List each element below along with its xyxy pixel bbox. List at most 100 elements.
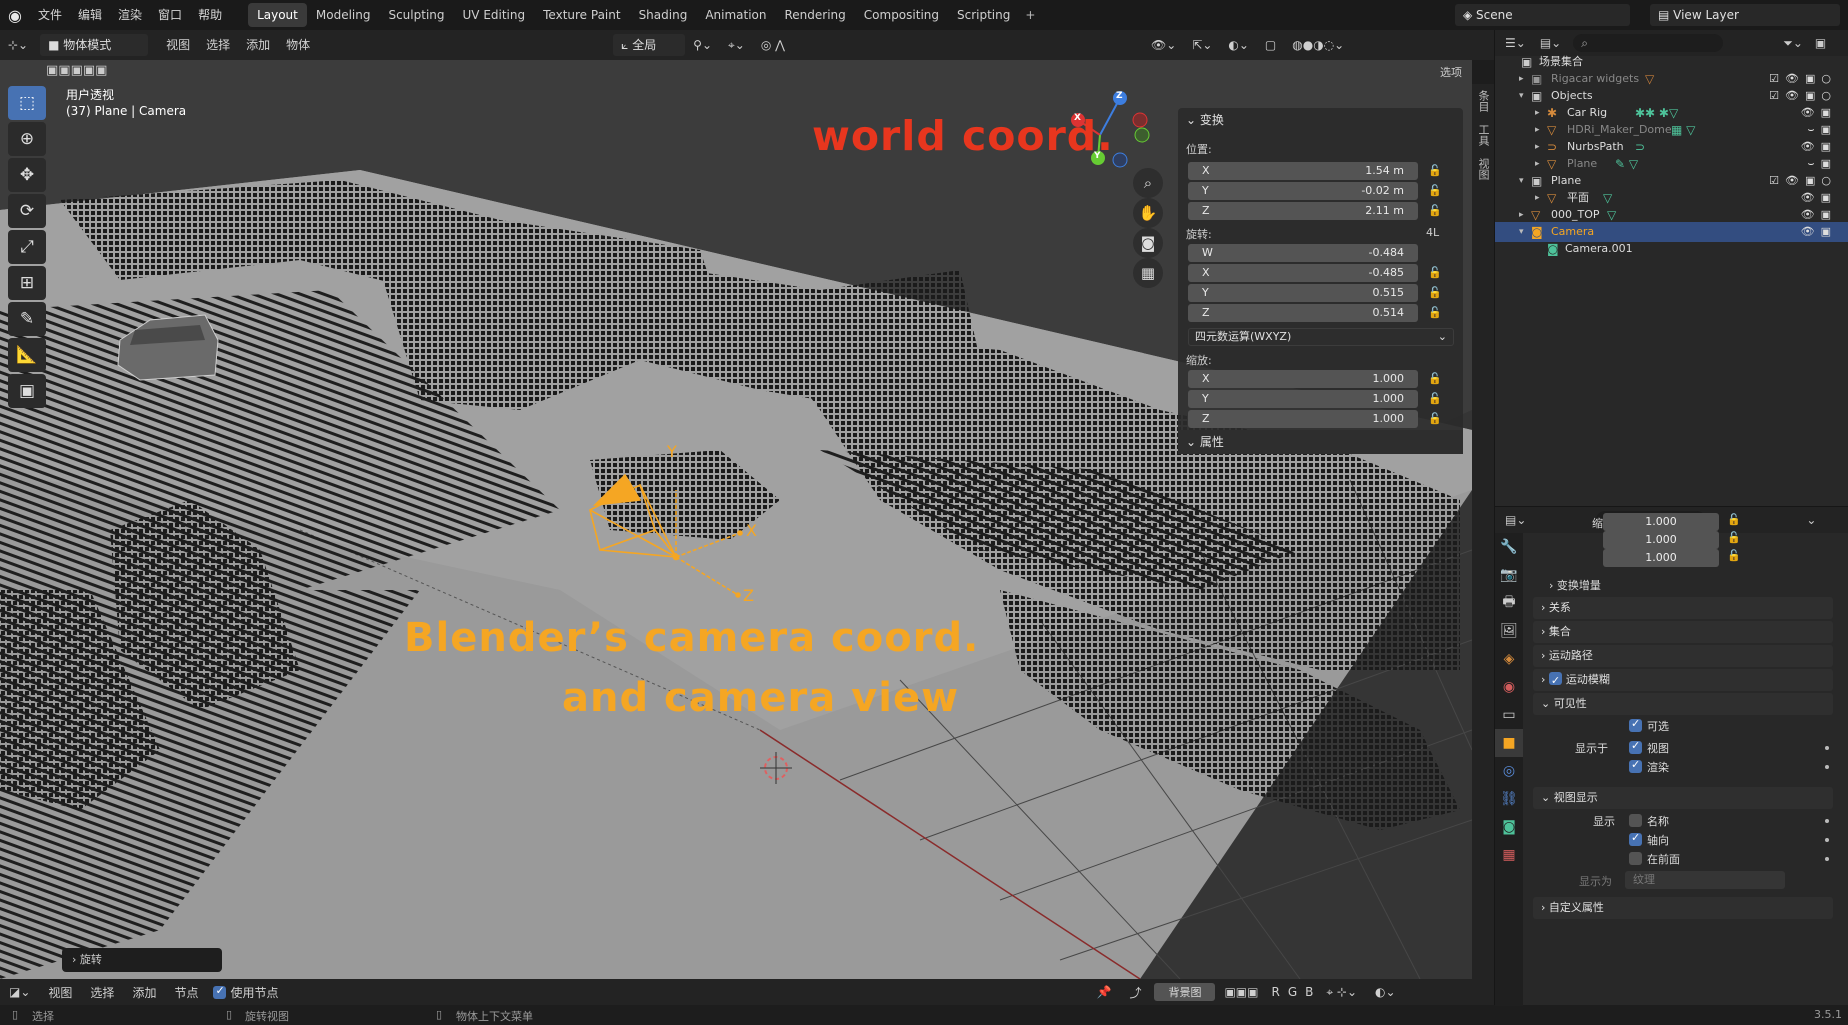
last-operator-panel[interactable]: › 旋转 — [62, 948, 222, 972]
gizmo-toggle-icon[interactable]: ⇱⌄ — [1184, 34, 1220, 56]
keyframe-dot-icon[interactable] — [1825, 819, 1829, 823]
new-collection-icon[interactable]: ▣ — [1815, 36, 1826, 50]
output-tab-icon[interactable]: 🖶 — [1495, 589, 1523, 617]
custom-properties-section[interactable]: › 自定义属性 — [1533, 897, 1833, 919]
constraints-tab-icon[interactable]: ⛓ — [1495, 785, 1523, 813]
menu-view[interactable]: 视图 — [39, 984, 81, 1001]
show-in-render-checkbox[interactable] — [1629, 758, 1642, 773]
menu-render[interactable]: 渲染 — [110, 0, 150, 30]
tab-texture-paint[interactable]: Texture Paint — [534, 3, 629, 27]
relations-section[interactable]: › 关系 — [1533, 597, 1833, 619]
mode-select[interactable]: ■ 物体模式 — [40, 34, 149, 56]
menu-view[interactable]: 视图 — [158, 34, 198, 56]
add-workspace-icon[interactable]: + — [1019, 8, 1041, 22]
motion-paths-section[interactable]: › 运动路径 — [1533, 645, 1833, 667]
location-y-field[interactable]: Y -0.02 m — [1188, 182, 1418, 200]
overlay-toggle-icon[interactable]: ◐⌄ — [1220, 34, 1257, 56]
menu-window[interactable]: 窗口 — [150, 0, 190, 30]
menu-add[interactable]: 添加 — [123, 984, 165, 1001]
tab-shading[interactable]: Shading — [630, 3, 697, 27]
rotation-lock-badge[interactable]: 4L — [1426, 226, 1439, 239]
menu-object[interactable]: 物体 — [278, 34, 318, 56]
collection-tab-icon[interactable]: ▭ — [1495, 701, 1523, 729]
viewport-display-section[interactable]: ⌄ 视图显示 — [1533, 787, 1833, 809]
keyframe-dot-icon[interactable] — [1825, 838, 1829, 842]
editor-type-icon[interactable]: ▤⌄ — [1495, 513, 1536, 527]
rotate-tool-icon[interactable]: ⟳ — [8, 194, 46, 228]
tab-modeling[interactable]: Modeling — [307, 3, 380, 27]
channel-r[interactable]: R — [1267, 985, 1283, 999]
scene-tab-icon[interactable]: ◈ — [1495, 645, 1523, 673]
show-name-checkbox[interactable] — [1629, 814, 1642, 827]
editor-type-icon[interactable]: ◪⌄ — [0, 985, 39, 999]
delta-transform-subpanel[interactable]: › 变换增量 — [1549, 577, 1601, 593]
scale-z-field[interactable]: 1.000 — [1603, 549, 1719, 567]
pivot-icon[interactable]: ⚲⌄ — [685, 34, 720, 56]
rotation-mode-select[interactable]: 四元数运算(WXYZ) ⌄ — [1188, 328, 1454, 346]
rotation-w-field[interactable]: W -0.484 — [1188, 244, 1418, 262]
tab-layout[interactable]: Layout — [248, 3, 307, 27]
rotation-y-field[interactable]: Y 0.515 — [1188, 284, 1418, 302]
shading-modes-icon[interactable]: ◍●◑◌⌄ — [1284, 34, 1352, 56]
filter-icon[interactable]: ⏷⌄ — [1783, 36, 1803, 51]
orientation-select[interactable]: ⟀ 全局 — [613, 34, 686, 56]
keyframe-dot-icon[interactable] — [1825, 857, 1829, 861]
tab-rendering[interactable]: Rendering — [776, 3, 855, 27]
options-button[interactable]: 选项 — [1440, 64, 1462, 80]
collections-section[interactable]: › 集合 — [1533, 621, 1833, 643]
proportional-edit-icon[interactable]: ◎ ⋀ — [753, 34, 793, 56]
tab-tool[interactable]: 工具 — [1472, 118, 1494, 152]
menu-select[interactable]: 选择 — [198, 34, 238, 56]
rotation-z-field[interactable]: Z 0.514 — [1188, 304, 1418, 322]
data-tab-icon[interactable]: ◙ — [1495, 813, 1523, 841]
3d-viewport[interactable]: Z X Y Y X Z 用户透视 (37) Plane | Camera wor… — [0, 30, 1472, 979]
show-in-viewport-checkbox[interactable] — [1629, 739, 1642, 754]
chevron-down-icon[interactable]: ⌄ — [1806, 513, 1816, 527]
lock-icon[interactable]: 🔓 — [1428, 184, 1442, 197]
lock-icon[interactable]: 🔓 — [1428, 412, 1442, 425]
lock-icon[interactable]: 🔓 — [1428, 306, 1442, 319]
lock-icon[interactable]: 🔓 — [1727, 549, 1741, 562]
channel-g[interactable]: G — [1284, 985, 1301, 999]
snap-icon[interactable]: ⌖ ⊹⌄ — [1317, 985, 1366, 1000]
editor-type-icon[interactable]: ⊹⌄ — [0, 34, 36, 56]
camera-view-icon[interactable]: ◙ — [1133, 228, 1163, 258]
scale-y-field[interactable]: 1.000 — [1603, 531, 1719, 549]
in-front-checkbox[interactable] — [1629, 852, 1642, 865]
location-z-field[interactable]: Z 2.11 m — [1188, 202, 1418, 220]
view-layer-selector[interactable]: ▤ View Layer — [1650, 4, 1840, 26]
scale-x-field[interactable]: 1.000 — [1603, 513, 1719, 531]
zoom-icon[interactable]: ⌕ — [1133, 168, 1163, 198]
lock-icon[interactable]: 🔓 — [1428, 286, 1442, 299]
lock-icon[interactable]: 🔓 — [1428, 266, 1442, 279]
scene-selector[interactable]: ◈ Scene — [1455, 4, 1630, 26]
channel-icons[interactable]: ▣▣▣ — [1215, 985, 1267, 999]
xray-toggle-icon[interactable]: ▢ — [1257, 34, 1284, 56]
tab-item[interactable]: 条目 — [1472, 84, 1494, 118]
move-tool-icon[interactable]: ✥ — [8, 158, 46, 192]
keyframe-dot-icon[interactable] — [1825, 765, 1829, 769]
physics-tab-icon[interactable]: ◎ — [1495, 757, 1523, 785]
lock-icon[interactable]: 🔓 — [1428, 372, 1442, 385]
lock-icon[interactable]: 🔓 — [1428, 204, 1442, 217]
pan-hand-icon[interactable]: ✋ — [1133, 198, 1163, 228]
tab-scripting[interactable]: Scripting — [948, 3, 1019, 27]
tab-sculpting[interactable]: Sculpting — [379, 3, 453, 27]
location-x-field[interactable]: X 1.54 m — [1188, 162, 1418, 180]
background-button[interactable]: 背景图 — [1154, 983, 1216, 1001]
visibility-icon[interactable]: 👁⌄ — [1143, 34, 1184, 56]
menu-add[interactable]: 添加 — [238, 34, 278, 56]
lock-icon[interactable]: 🔓 — [1727, 513, 1741, 526]
transform-section-header[interactable]: ⌄ 变换 — [1178, 108, 1463, 132]
object-tab-icon[interactable]: ■ — [1495, 729, 1523, 757]
backdrop-icon[interactable]: ⤴ — [1120, 984, 1150, 1001]
scale-tool-icon[interactable]: ⤢ — [8, 230, 46, 264]
scale-z-field[interactable]: Z 1.000 — [1188, 410, 1418, 428]
menu-select[interactable]: 选择 — [81, 984, 123, 1001]
properties-section-header[interactable]: ⌄ 属性 — [1178, 430, 1463, 454]
lock-icon[interactable]: 🔓 — [1727, 531, 1741, 544]
transform-tool-icon[interactable]: ⊞ — [8, 266, 46, 300]
selectable-checkbox[interactable] — [1629, 717, 1642, 732]
select-box-tool-icon[interactable]: ⬚ — [8, 86, 46, 120]
tab-compositing[interactable]: Compositing — [855, 3, 948, 27]
